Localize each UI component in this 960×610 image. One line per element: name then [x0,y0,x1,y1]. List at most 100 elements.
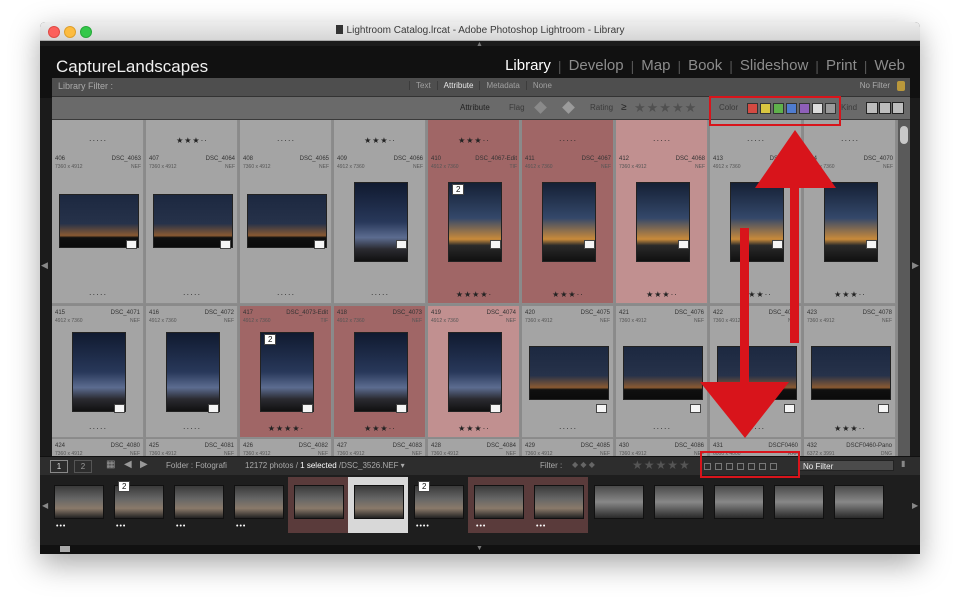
grid-cell[interactable]: 416 DSC_4072 4912 x 7360 NEF ····· [146,306,238,438]
grid-cell[interactable]: ····· 408 DSC_4065 7360 x 4912 NEF ····· [240,120,332,304]
module-book[interactable]: Book [681,57,729,74]
grid-cell[interactable]: ★★★·· 409 DSC_4066 4912 x 7360 NEF ····· [334,120,426,304]
grid-cell[interactable]: 428 DSC_4084 7360 x 4912 NEF [428,439,520,457]
flag-pick-icon[interactable] [534,101,547,114]
rating-stars[interactable]: ★★★·· [710,290,802,299]
back-arrow-icon[interactable]: ◀ [124,459,132,470]
grid-cell[interactable]: 420 DSC_4075 7360 x 4912 NEF ····· [522,306,614,438]
grid-cell[interactable]: 421 DSC_4076 7360 x 4912 NEF ····· [616,306,708,438]
module-map[interactable]: Map [634,57,677,74]
top-rating-stars[interactable]: ····· [616,136,708,145]
filmstrip-photo[interactable] [834,485,884,519]
photo-thumbnail[interactable] [717,346,797,400]
stack-count-badge[interactable]: 2 [452,184,465,195]
photo-thumbnail[interactable] [824,182,878,262]
top-rating-stars[interactable]: ★★★·· [334,136,426,145]
show-bottom-panel-arrow-icon[interactable]: ▼ [476,545,483,552]
photo-thumbnail[interactable] [730,182,784,262]
top-rating-stars[interactable]: ★★★·· [428,136,520,145]
top-rating-stars[interactable]: ····· [710,136,802,145]
filmstrip-thumbnail[interactable]: ••• [228,477,288,533]
filmstrip-photo[interactable] [54,485,104,519]
grid-cell[interactable]: 424 DSC_4080 7360 x 4912 NEF [52,439,144,457]
top-rating-stars[interactable]: ····· [522,136,614,145]
filmstrip-stack-badge[interactable]: 2 [118,481,131,492]
monitor-1-button[interactable]: 1 [50,460,68,473]
filmstrip-thumbnail[interactable] [828,477,888,533]
filmstrip-scroll-thumb[interactable] [60,546,70,552]
grid-cell[interactable]: ····· 412 DSC_4068 7360 x 4912 NEF ★★★·· [616,120,708,304]
module-print[interactable]: Print [819,57,864,74]
rating-stars[interactable]: ····· [146,424,238,433]
rating-stars[interactable]: ★★★★· [428,290,520,299]
filmstrip-photo[interactable] [654,485,704,519]
filter-tab-none[interactable]: None [525,81,558,90]
filter-lock-icon[interactable]: ▮ [901,459,905,468]
grid-scrollbar[interactable] [898,120,910,457]
grid-cell[interactable]: ★★★·· 407 DSC_4064 7360 x 4912 NEF ····· [146,120,238,304]
module-web[interactable]: Web [867,57,912,74]
filmstrip-photo[interactable] [594,485,644,519]
rating-stars[interactable]: ····· [616,424,708,433]
rating-stars[interactable]: ★★★·· [804,290,896,299]
grid-cell[interactable]: ····· 413 DSC_4069 4912 x 7360 NEF ★★★·· [710,120,802,304]
top-rating-stars[interactable]: ····· [804,136,896,145]
grid-cell[interactable]: ····· 411 DSC_4067 4912 x 7360 NEF ★★★·· [522,120,614,304]
photo-thumbnail[interactable] [811,346,891,400]
photo-thumbnail[interactable] [354,332,408,412]
photo-thumbnail[interactable] [354,182,408,262]
filmstrip-thumbnail[interactable]: ••• [528,477,588,533]
filmstrip-right-arrow-icon[interactable]: ▶ [912,501,918,510]
filmstrip-thumbnail[interactable] [588,477,648,533]
photo-thumbnail[interactable] [529,346,609,400]
filmstrip-thumbnail[interactable] [288,477,348,533]
grid-cell[interactable]: 432 DSCF0460-Pano 6372 x 3991 DNG [804,439,896,457]
grid-cell[interactable]: 419 DSC_4074 4912 x 7360 NEF ★★★·· [428,306,520,438]
filter-tab-text[interactable]: Text [409,81,437,90]
grid-cell[interactable]: ····· 406 DSC_4063 7360 x 4912 NEF ····· [52,120,144,304]
grid-cell[interactable]: 425 DSC_4081 7360 x 4912 NEF [146,439,238,457]
filmstrip-photo[interactable] [714,485,764,519]
scrollbar-thumb[interactable] [900,126,908,144]
filmstrip-stack-badge[interactable]: 2 [418,481,431,492]
grid-cell[interactable]: 417 DSC_4073-Edit 4912 x 7360 TIF 2 ★★★★· [240,306,332,438]
top-rating-stars[interactable]: ····· [52,136,144,145]
rating-stars[interactable]: ····· [710,424,802,433]
rating-stars[interactable]: ★★★·· [428,424,520,433]
filmstrip-photo[interactable] [234,485,284,519]
module-slideshow[interactable]: Slideshow [733,57,815,74]
rating-stars[interactable]: ····· [52,290,144,299]
grid-view-icon[interactable]: ▦ [106,459,115,470]
module-library[interactable]: Library [498,57,558,74]
kind-master-icon[interactable] [866,102,878,114]
filmstrip-photo[interactable] [774,485,824,519]
photo-thumbnail[interactable] [542,182,596,262]
filmstrip-photo[interactable] [354,485,404,519]
filmstrip-rating-stars[interactable]: ★★★★★ [632,458,691,472]
filmstrip-photo[interactable] [474,485,524,519]
rating-stars[interactable]: ★★★·· [334,424,426,433]
photo-thumbnail[interactable] [72,332,126,412]
module-develop[interactable]: Develop [562,57,631,74]
filmstrip-thumbnail[interactable]: ••• [168,477,228,533]
kind-virtual-copy-icon[interactable] [879,102,891,114]
rating-stars[interactable]: ★★★·· [804,424,896,433]
filmstrip-thumbnail[interactable]: ••• [48,477,108,533]
filmstrip-thumbnail[interactable] [768,477,828,533]
grid-cell[interactable]: 422 DSC_4077 7360 x 4912 NEF ····· [710,306,802,438]
grid-cell[interactable]: 427 DSC_4083 7360 x 4912 NEF [334,439,426,457]
grid-cell[interactable]: 418 DSC_4073 4912 x 7360 NEF ★★★·· [334,306,426,438]
rating-stars[interactable]: ★★★★· [240,424,332,433]
top-rating-stars[interactable]: ★★★·· [146,136,238,145]
top-rating-stars[interactable]: ····· [240,136,332,145]
rating-stars[interactable]: ····· [146,290,238,299]
filmstrip-flag-icons[interactable]: ◆ ◆ ◆ [572,460,595,469]
filmstrip-photo[interactable] [174,485,224,519]
forward-arrow-icon[interactable]: ▶ [140,459,148,470]
grid-cell[interactable]: ★★★·· 410 DSC_4067-Edit 4912 x 7360 TIF 2 ★★★★… [428,120,520,304]
rating-stars[interactable]: ····· [52,424,144,433]
filter-tab-metadata[interactable]: Metadata [479,81,525,90]
flag-unflagged-icon[interactable] [562,101,575,114]
photo-thumbnail[interactable] [623,346,703,400]
filmstrip-thumbnail[interactable] [348,477,408,533]
